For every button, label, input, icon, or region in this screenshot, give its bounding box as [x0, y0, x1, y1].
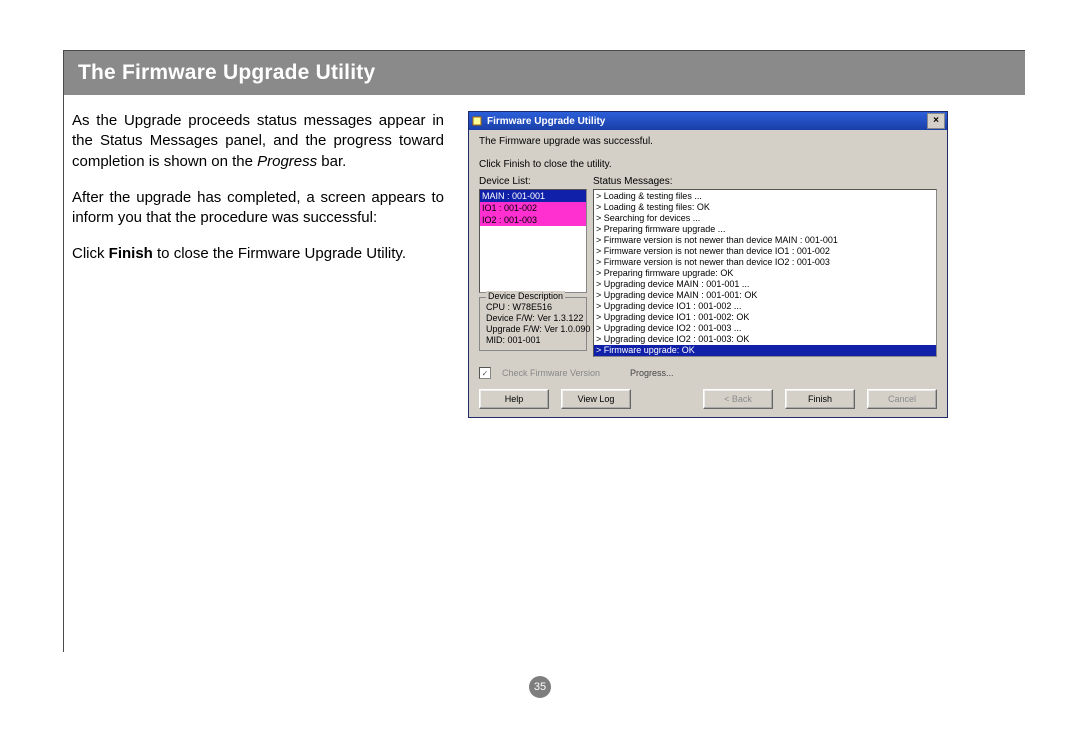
status-line: > Upgrading device IO1 : 001-002: OK [596, 312, 936, 323]
status-line: > Loading & testing files ... [596, 191, 936, 202]
finish-button[interactable]: Finish [785, 389, 855, 409]
desc-line: MID: 001-001 [486, 335, 580, 346]
success-message: The Firmware upgrade was successful. [479, 136, 937, 147]
device-list[interactable]: MAIN : 001-001 IO1 : 001-002 IO2 : 001-0… [479, 189, 587, 293]
paragraph-1: As the Upgrade proceeds status messages … [72, 111, 444, 172]
progress-label: Progress... [630, 368, 674, 378]
content-body: As the Upgrade proceeds status messages … [64, 95, 1025, 418]
content-frame: The Firmware Upgrade Utility As the Upgr… [63, 50, 1025, 652]
status-line: > Firmware version is not newer than dev… [596, 257, 936, 268]
p3-a: Click [72, 245, 109, 262]
desc-line: Upgrade F/W: Ver 1.0.090 [486, 324, 580, 335]
app-icon [471, 115, 483, 127]
status-line: > Loading & testing files: OK [596, 202, 936, 213]
options-row: ✓ Check Firmware Version Progress... [479, 367, 937, 379]
status-line: > Upgrading device MAIN : 001-001: OK [596, 290, 936, 301]
p3-bold: Finish [109, 245, 153, 262]
status-line: > Upgrading device MAIN : 001-001 ... [596, 279, 936, 290]
device-list-item[interactable]: IO1 : 001-002 [480, 202, 586, 214]
status-line-highlight: > Firmware upgrade: OK [594, 345, 936, 356]
status-line: > Preparing firmware upgrade: OK [596, 268, 936, 279]
close-button[interactable]: × [927, 113, 945, 129]
text-column: As the Upgrade proceeds status messages … [72, 111, 444, 418]
status-line: > Firmware version is not newer than dev… [596, 235, 936, 246]
dialog-titlebar[interactable]: Firmware Upgrade Utility × [469, 112, 947, 130]
desc-line: Device F/W: Ver 1.3.122 [486, 313, 580, 324]
manual-page: The Firmware Upgrade Utility As the Upgr… [0, 0, 1080, 742]
section-title: The Firmware Upgrade Utility [64, 51, 1025, 95]
status-panel: Status Messages: > Loading & testing fil… [593, 176, 937, 357]
status-line: > Preparing firmware upgrade ... [596, 224, 936, 235]
desc-line: CPU : W78E516 [486, 302, 580, 313]
view-log-button[interactable]: View Log [561, 389, 631, 409]
device-description-legend: Device Description [486, 291, 565, 301]
paragraph-3: Click Finish to close the Firmware Upgra… [72, 244, 444, 264]
p1-italic: Progress [257, 153, 317, 170]
dialog-body: The Firmware upgrade was successful. Cli… [469, 130, 947, 417]
help-button[interactable]: Help [479, 389, 549, 409]
status-line: > Firmware version is not newer than dev… [596, 246, 936, 257]
back-button: < Back [703, 389, 773, 409]
device-list-label: Device List: [479, 176, 587, 187]
cancel-button: Cancel [867, 389, 937, 409]
status-messages[interactable]: > Loading & testing files ... > Loading … [593, 189, 937, 357]
check-firmware-label: Check Firmware Version [502, 368, 600, 378]
button-row: Help View Log < Back Finish Cancel [479, 389, 937, 409]
p3-b: to close the Firmware Upgrade Utility. [153, 245, 406, 262]
dialog-title: Firmware Upgrade Utility [487, 116, 927, 127]
status-messages-label: Status Messages: [593, 176, 937, 187]
status-line: > Upgrading device IO2 : 001-003 ... [596, 323, 936, 334]
firmware-upgrade-dialog: Firmware Upgrade Utility × The Firmware … [468, 111, 948, 418]
p1-b: bar. [317, 153, 346, 170]
page-number-badge: 35 [529, 676, 551, 698]
instruction-text: Click Finish to close the utility. [479, 159, 937, 170]
screenshot-column: Firmware Upgrade Utility × The Firmware … [468, 111, 1017, 418]
close-icon: × [933, 116, 939, 126]
status-line: > Searching for devices ... [596, 213, 936, 224]
device-list-item[interactable]: MAIN : 001-001 [480, 190, 586, 202]
device-list-panel: Device List: MAIN : 001-001 IO1 : 001-00… [479, 176, 587, 357]
status-line: > Upgrading device IO1 : 001-002 ... [596, 301, 936, 312]
paragraph-2: After the upgrade has completed, a scree… [72, 188, 444, 229]
panels-row: Device List: MAIN : 001-001 IO1 : 001-00… [479, 176, 937, 357]
device-list-item[interactable]: IO2 : 001-003 [480, 214, 586, 226]
check-firmware-checkbox[interactable]: ✓ [479, 367, 491, 379]
device-description-group: Device Description CPU : W78E516 Device … [479, 297, 587, 351]
status-line: > Upgrading device IO2 : 001-003: OK [596, 334, 936, 345]
